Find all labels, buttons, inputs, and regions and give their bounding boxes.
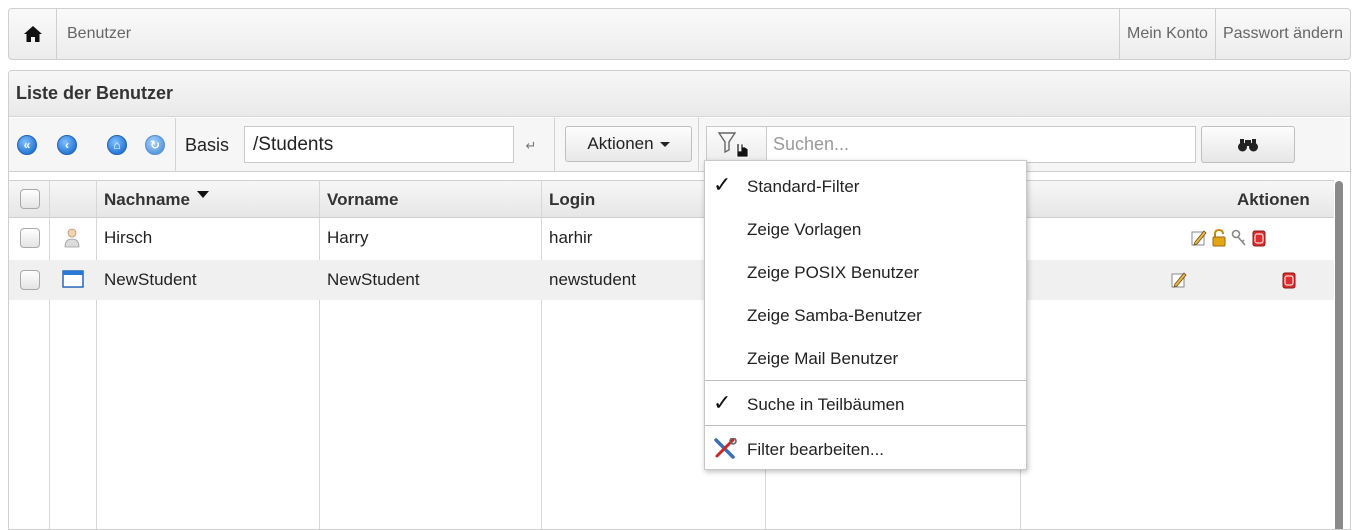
- menu-separator: [705, 425, 1026, 426]
- delete-icon[interactable]: [1251, 229, 1267, 247]
- search-input[interactable]: Suchen...: [766, 126, 1196, 163]
- actions-label: Aktionen: [587, 134, 654, 153]
- cell-nachname[interactable]: Hirsch: [104, 218, 152, 258]
- my-account-link[interactable]: Mein Konto: [1119, 9, 1215, 59]
- menu-item-show-posix-users[interactable]: Zeige POSIX Benutzer: [705, 251, 1026, 294]
- column-header-login[interactable]: Login: [549, 181, 595, 219]
- lock-icon[interactable]: [1211, 228, 1227, 247]
- filter-icon: [717, 132, 749, 158]
- go-back-icon[interactable]: ‹: [57, 135, 77, 155]
- vertical-scrollbar[interactable]: [1335, 181, 1343, 529]
- column-header-vorname[interactable]: Vorname: [327, 181, 399, 219]
- enter-icon[interactable]: ↵: [521, 137, 541, 155]
- cell-login: harhir: [549, 228, 593, 247]
- menu-item-edit-filter[interactable]: Filter bearbeiten...: [705, 428, 1026, 471]
- basis-input[interactable]: /Students: [244, 126, 514, 163]
- toolbar-divider: [698, 118, 699, 172]
- list-toolbar: « ‹ ⌂ ↻ Basis /Students ↵ Aktionen Suche…: [9, 118, 1350, 172]
- refresh-icon[interactable]: ↻: [145, 135, 165, 155]
- table-row[interactable]: NewStudent NewStudent newstudent: [9, 260, 1334, 300]
- filter-button[interactable]: [706, 126, 766, 163]
- row-checkbox[interactable]: [20, 228, 40, 248]
- go-home-icon[interactable]: ⌂: [107, 135, 127, 155]
- actions-dropdown-button[interactable]: Aktionen: [565, 126, 692, 162]
- menu-item-show-mail-users[interactable]: Zeige Mail Benutzer: [705, 337, 1026, 380]
- home-icon: [23, 26, 42, 42]
- checkmark-icon: ✓: [713, 172, 732, 197]
- table-header: Nachname Vorname Login Aktionen: [9, 180, 1334, 218]
- cell-nachname[interactable]: NewStudent: [104, 260, 197, 300]
- user-list-panel: Liste der Benutzer « ‹ ⌂ ↻ Basis /Studen…: [8, 70, 1351, 530]
- template-window-icon: [62, 270, 84, 288]
- filter-dropdown-menu: ✓ Standard-Filter Zeige Vorlagen Zeige P…: [704, 160, 1027, 470]
- panel-title: Liste der Benutzer: [9, 71, 1350, 117]
- users-table: Nachname Vorname Login Aktionen Hirsch H…: [9, 180, 1334, 529]
- table-row[interactable]: Hirsch Harry harhir: [9, 218, 1334, 258]
- menu-separator: [705, 380, 1026, 381]
- row-checkbox[interactable]: [20, 270, 40, 290]
- menu-item-standard-filter[interactable]: ✓ Standard-Filter: [705, 165, 1026, 208]
- edit-icon[interactable]: [1191, 229, 1207, 247]
- toolbar-divider: [175, 118, 176, 172]
- menu-item-search-subtrees[interactable]: ✓ Suche in Teilbäumen: [705, 383, 1026, 426]
- key-icon[interactable]: [1231, 229, 1247, 247]
- change-password-link[interactable]: Passwort ändern: [1214, 9, 1350, 59]
- menu-item-show-templates[interactable]: Zeige Vorlagen: [705, 208, 1026, 251]
- select-all-checkbox[interactable]: [20, 189, 40, 209]
- column-header-nachname[interactable]: Nachname: [104, 181, 209, 219]
- tools-icon: [714, 438, 737, 459]
- top-navigation-bar: Benutzer Mein Konto Passwort ändern: [8, 8, 1351, 60]
- user-icon: [64, 228, 80, 248]
- sort-desc-icon: [196, 191, 209, 198]
- delete-icon[interactable]: [1281, 271, 1297, 289]
- checkmark-icon: ✓: [713, 390, 732, 415]
- go-root-icon[interactable]: «: [17, 135, 37, 155]
- caret-down-icon: [659, 141, 670, 147]
- column-header-aktionen: Aktionen: [1237, 190, 1310, 209]
- menu-item-show-samba-users[interactable]: Zeige Samba-Benutzer: [705, 294, 1026, 337]
- edit-icon[interactable]: [1171, 271, 1187, 289]
- cell-vorname: Harry: [327, 228, 369, 247]
- binoculars-icon: [1238, 138, 1258, 152]
- cell-vorname: NewStudent: [327, 270, 420, 289]
- home-button[interactable]: [9, 9, 57, 59]
- cell-login: newstudent: [549, 270, 636, 289]
- toolbar-divider: [554, 118, 555, 172]
- search-button[interactable]: [1201, 126, 1295, 163]
- breadcrumb[interactable]: Benutzer: [57, 9, 1119, 59]
- basis-label: Basis: [185, 135, 230, 155]
